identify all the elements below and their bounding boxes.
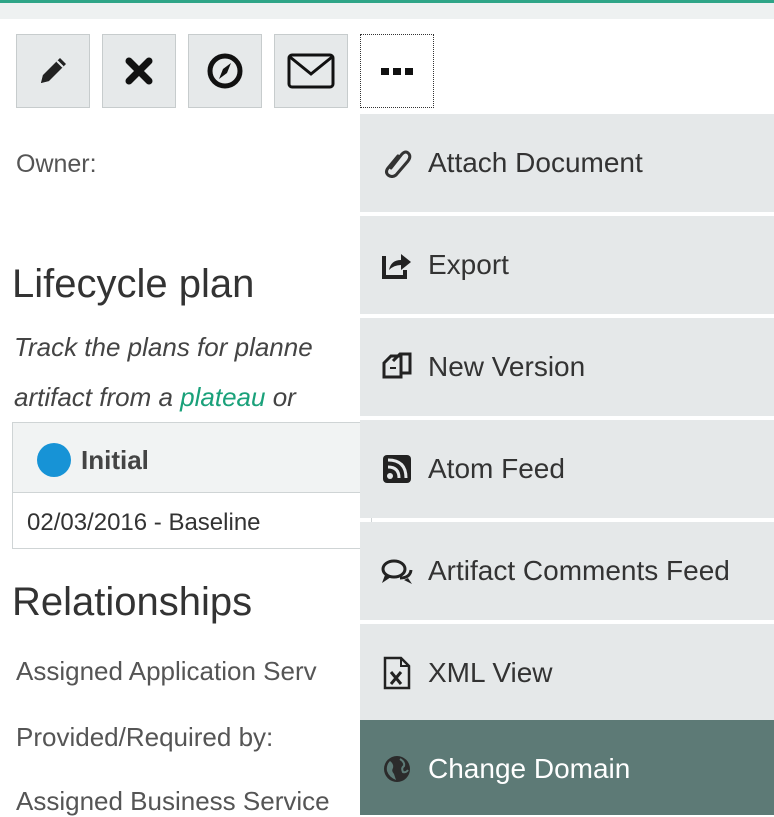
menu-item-label: XML View [428, 657, 553, 688]
globe-icon [380, 752, 414, 786]
description-text: artifact from a [14, 382, 181, 412]
menu-item-label: New Version [428, 351, 586, 382]
lifecycle-table: Initial 02/03/2016 - Baseline [12, 422, 372, 549]
menu-item-export[interactable]: Export [360, 216, 774, 314]
plateau-link[interactable]: plateau [180, 382, 265, 412]
menu-item-new-version[interactable]: New Version [360, 318, 774, 416]
stage-name: Initial [81, 445, 149, 475]
menu-item-label: Atom Feed [428, 453, 565, 484]
menu-item-change-domain[interactable]: Change Domain [360, 720, 774, 815]
relationship-provided-required-by: Provided/Required by: [16, 722, 274, 752]
more-actions-menu: Attach Document Export New Version Atom … [360, 114, 774, 815]
menu-item-label: Artifact Comments Feed [428, 555, 730, 586]
compass-icon [207, 53, 243, 89]
delete-button[interactable] [102, 34, 176, 108]
relationships-heading: Relationships [12, 580, 253, 624]
more-actions-button[interactable] [360, 34, 434, 108]
xml-file-icon [380, 656, 414, 690]
menu-item-label: Change Domain [428, 753, 631, 784]
envelope-icon [287, 53, 335, 89]
menu-item-label: Export [428, 249, 509, 280]
email-button[interactable] [274, 34, 348, 108]
owner-label: Owner: [16, 150, 97, 178]
export-icon [380, 248, 414, 282]
lifecycle-stage-header: Initial [13, 423, 371, 493]
lifecycle-heading: Lifecycle plan [12, 262, 255, 306]
menu-item-xml-view[interactable]: XML View [360, 624, 774, 722]
menu-item-atom-feed[interactable]: Atom Feed [360, 420, 774, 518]
relationship-assigned-business-service: Assigned Business Service [16, 786, 330, 816]
pencil-icon [41, 58, 66, 83]
stage-status-icon [37, 443, 71, 477]
new-version-icon [380, 350, 414, 384]
lifecycle-description-line1: Track the plans for planne [14, 332, 313, 362]
menu-item-artifact-comments-feed[interactable]: Artifact Comments Feed [360, 522, 774, 620]
top-band [0, 3, 774, 19]
lifecycle-description-line2: artifact from a plateau or [14, 382, 296, 413]
lifecycle-row[interactable]: 02/03/2016 - Baseline [27, 509, 261, 537]
menu-item-attach-document[interactable]: Attach Document [360, 114, 774, 212]
relationship-assigned-application-service: Assigned Application Serv [16, 656, 317, 686]
comments-icon [380, 554, 414, 588]
feed-icon [380, 452, 414, 486]
menu-item-label: Attach Document [428, 147, 643, 178]
close-icon [125, 57, 153, 85]
ellipsis-icon [381, 68, 413, 75]
description-text-tail: or [265, 382, 296, 412]
edit-button[interactable] [16, 34, 90, 108]
navigate-button[interactable] [188, 34, 262, 108]
paperclip-icon [380, 146, 414, 180]
